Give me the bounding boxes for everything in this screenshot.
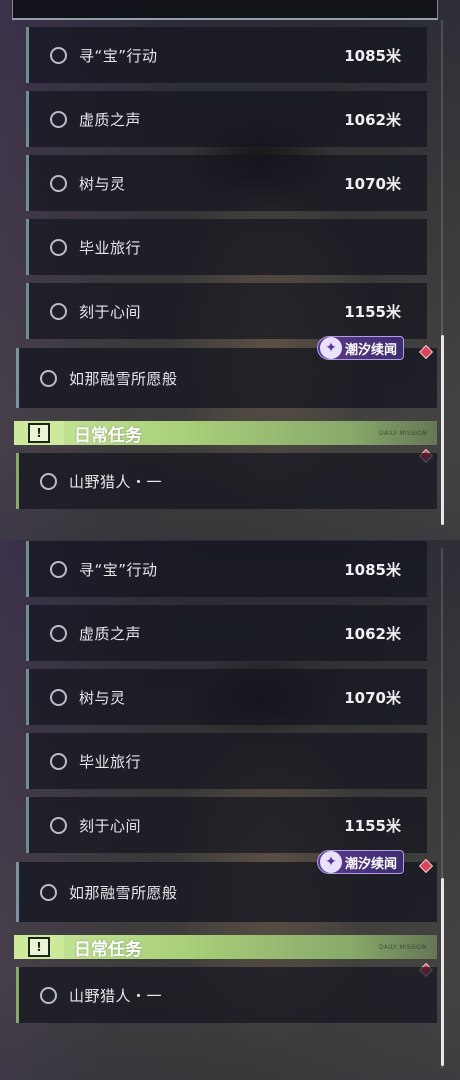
quest-distance: 1085米 bbox=[344, 46, 401, 65]
section-subtitle: DAILY MISSION bbox=[379, 429, 427, 437]
scrollbar-thumb[interactable] bbox=[441, 878, 444, 1066]
quest-item-5[interactable]: 刻于心间 1155米 bbox=[26, 797, 427, 853]
section-title: 日常任务 bbox=[74, 939, 142, 960]
quest-name: 毕业旅行 bbox=[79, 752, 142, 771]
quest-name: 寻“宝”行动 bbox=[79, 560, 158, 579]
quest-item-2[interactable]: 虚质之声 1062米 bbox=[26, 91, 427, 147]
daily-quest-item[interactable]: 山野猎人・一 bbox=[16, 967, 437, 1023]
quest-item-1[interactable]: 寻“宝”行动 1085米 bbox=[26, 541, 427, 597]
quest-name: 树与灵 bbox=[79, 688, 126, 707]
quest-distance: 1155米 bbox=[344, 302, 401, 321]
quest-item-3[interactable]: 树与灵 1070米 bbox=[26, 155, 427, 211]
quest-name: 山野猎人・一 bbox=[69, 986, 163, 1005]
scrollbar-thumb[interactable] bbox=[441, 335, 444, 525]
featured-quest-item[interactable]: 如那融雪所愿般 ✦ 潮汐续闻 bbox=[16, 336, 437, 408]
circle-icon bbox=[40, 986, 57, 1004]
quest-panel-bottom: 寻“宝”行动 1085米 虚质之声 1062米 树与灵 1070米 毕业旅行 刻… bbox=[0, 540, 460, 1080]
badge-label: 潮汐续闻 bbox=[344, 856, 397, 872]
circle-icon bbox=[50, 46, 67, 64]
daily-section-header: ! 日常任务 DAILY MISSION bbox=[14, 421, 437, 446]
story-badge: ✦ 潮汐续闻 bbox=[316, 336, 404, 360]
circle-icon bbox=[50, 174, 67, 192]
quest-name: 虚质之声 bbox=[79, 624, 142, 643]
section-subtitle: DAILY MISSION bbox=[379, 943, 427, 951]
section-title: 日常任务 bbox=[74, 425, 142, 446]
story-badge: ✦ 潮汐续闻 bbox=[316, 850, 404, 874]
sparkle-icon: ✦ bbox=[319, 851, 342, 873]
circle-icon bbox=[40, 472, 57, 490]
quest-item-4[interactable]: 毕业旅行 bbox=[26, 219, 427, 275]
quest-item-3[interactable]: 树与灵 1070米 bbox=[26, 669, 427, 725]
quest-name: 虚质之声 bbox=[79, 110, 142, 129]
quest-distance: 1070米 bbox=[344, 688, 401, 707]
circle-icon bbox=[50, 238, 67, 256]
quest-name: 寻“宝”行动 bbox=[79, 46, 158, 65]
panel-top-frame bbox=[12, 0, 438, 20]
quest-distance: 1085米 bbox=[344, 560, 401, 579]
quest-distance: 1155米 bbox=[344, 816, 401, 835]
quest-item-4[interactable]: 毕业旅行 bbox=[26, 733, 427, 789]
circle-icon bbox=[50, 688, 67, 706]
quest-distance: 1062米 bbox=[344, 110, 401, 129]
quest-name: 树与灵 bbox=[79, 174, 126, 193]
exclamation-icon: ! bbox=[28, 937, 50, 957]
quest-item-1[interactable]: 寻“宝”行动 1085米 bbox=[26, 27, 427, 83]
circle-icon bbox=[50, 816, 67, 834]
daily-quest-item[interactable]: 山野猎人・一 bbox=[16, 453, 437, 509]
circle-icon bbox=[50, 624, 67, 642]
circle-icon bbox=[50, 302, 67, 320]
quest-name: 如那融雪所愿般 bbox=[69, 369, 178, 388]
sparkle-icon: ✦ bbox=[319, 337, 342, 359]
circle-icon bbox=[40, 369, 57, 387]
quest-name: 刻于心间 bbox=[79, 816, 142, 835]
badge-label: 潮汐续闻 bbox=[344, 342, 397, 358]
quest-item-2[interactable]: 虚质之声 1062米 bbox=[26, 605, 427, 661]
circle-icon bbox=[50, 110, 67, 128]
featured-quest-item[interactable]: 如那融雪所愿般 ✦ 潮汐续闻 bbox=[16, 850, 437, 922]
quest-panel-top: 寻“宝”行动 1085米 虚质之声 1062米 树与灵 1070米 毕业旅行 刻… bbox=[0, 0, 460, 540]
quest-name: 如那融雪所愿般 bbox=[69, 883, 178, 902]
quest-distance: 1062米 bbox=[344, 624, 401, 643]
circle-icon bbox=[50, 560, 67, 578]
daily-section-header: ! 日常任务 DAILY MISSION bbox=[14, 935, 437, 960]
daily-icon-wrap: ! bbox=[14, 421, 64, 445]
quest-item-5[interactable]: 刻于心间 1155米 bbox=[26, 283, 427, 339]
daily-icon-wrap: ! bbox=[14, 935, 64, 959]
quest-name: 毕业旅行 bbox=[79, 238, 142, 257]
circle-icon bbox=[50, 752, 67, 770]
circle-icon bbox=[40, 883, 57, 901]
quest-distance: 1070米 bbox=[344, 174, 401, 193]
quest-name: 刻于心间 bbox=[79, 302, 142, 321]
exclamation-icon: ! bbox=[28, 423, 50, 443]
quest-name: 山野猎人・一 bbox=[69, 472, 163, 491]
